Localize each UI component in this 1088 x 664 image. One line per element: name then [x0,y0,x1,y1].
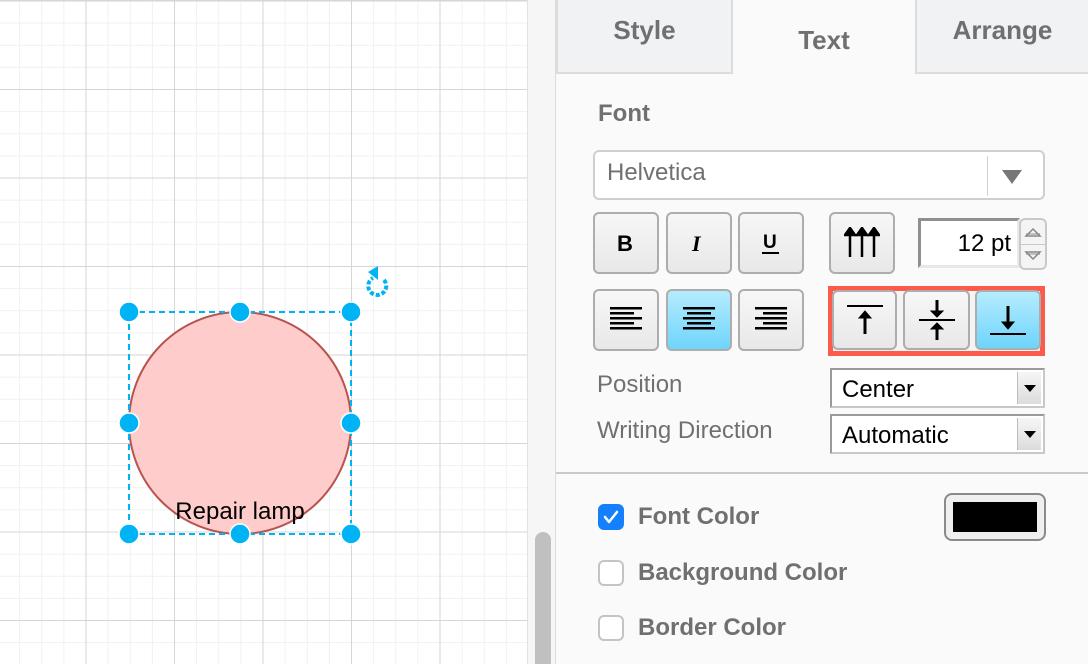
shape-label[interactable]: Repair lamp [129,498,351,526]
font-size-input[interactable]: 12 pt [918,218,1020,268]
stepper-divider [1021,244,1045,245]
border-color-checkbox[interactable] [598,615,624,641]
position-label: Position [597,371,683,398]
tab-style[interactable]: Style [556,0,733,74]
background-color-toggle[interactable]: Background Color [598,559,847,587]
align-top-icon [846,305,883,334]
align-top-button[interactable] [832,290,897,350]
tab-text-label: Text [798,24,850,55]
font-color-swatch [953,502,1037,532]
font-family-select[interactable]: Helvetica [593,150,1045,200]
align-right-button[interactable] [738,289,804,351]
resize-handle-nw[interactable] [118,301,140,323]
svg-text:U: U [763,232,777,253]
align-center-button[interactable] [666,289,732,351]
resize-handle-w[interactable] [118,412,140,434]
font-color-label: Font Color [638,503,760,530]
text-direction-vertical-icon [844,227,880,257]
panel-gutter [528,0,556,664]
resize-handle-ne[interactable] [340,301,362,323]
svg-text:I: I [691,231,702,255]
resize-handle-n[interactable] [229,301,251,323]
align-middle-icon [918,300,955,340]
tab-arrange-label: Arrange [952,14,1053,45]
tab-text[interactable]: Text [733,0,915,74]
italic-button[interactable]: I [666,212,732,274]
align-bottom-button[interactable] [975,290,1041,350]
scrollbar-thumb[interactable] [535,532,551,664]
writing-direction-select[interactable]: Automatic [830,414,1045,454]
bold-icon: B [617,231,633,255]
tab-style-label: Style [613,14,676,45]
checkmark-icon [603,510,619,524]
underline-icon: U [762,232,779,254]
position-select[interactable]: Center [830,368,1045,408]
align-right-icon [755,307,787,330]
font-section-title: Font [598,100,650,127]
svg-text:B: B [617,231,633,255]
italic-icon: I [691,231,702,255]
resize-handle-sw[interactable] [118,523,140,545]
border-color-toggle[interactable]: Border Color [598,614,786,642]
section-divider [556,472,1088,474]
font-color-toggle[interactable]: Font Color [598,503,759,531]
format-panel: Style Text Arrange Font Helvetica B I U … [556,0,1088,664]
writing-direction-label: Writing Direction [597,417,773,444]
background-color-checkbox[interactable] [598,560,624,586]
diagram-canvas[interactable]: Repair lamp [0,0,528,664]
resize-handle-s[interactable] [229,523,251,545]
shape-layer [118,266,389,545]
chevron-down-icon [1017,372,1041,404]
font-size-stepper[interactable] [1019,218,1047,270]
writing-direction-value: Automatic [842,422,949,449]
font-family-value: Helvetica [607,159,706,186]
border-color-label: Border Color [638,614,787,641]
chevron-down-icon [1017,418,1041,450]
panel-tabs: Style Text Arrange [556,0,1088,74]
tab-arrange[interactable]: Arrange [915,0,1088,74]
rotate-icon[interactable] [366,266,389,297]
position-value: Center [842,376,915,403]
align-left-button[interactable] [593,289,659,351]
align-middle-button[interactable] [903,290,970,350]
bold-button[interactable]: B [593,212,659,274]
select-divider [987,156,988,196]
align-center-icon [683,307,715,330]
chevron-down-icon [1002,170,1022,184]
resize-handle-se[interactable] [340,523,362,545]
font-color-picker[interactable] [944,493,1046,541]
font-color-checkbox[interactable] [598,504,624,530]
resize-handle-e[interactable] [340,412,362,434]
underline-button[interactable]: U [738,212,804,274]
vertical-text-button[interactable] [829,212,895,274]
align-left-icon [610,307,642,330]
align-bottom-icon [990,306,1026,335]
background-color-label: Background Color [638,559,848,586]
